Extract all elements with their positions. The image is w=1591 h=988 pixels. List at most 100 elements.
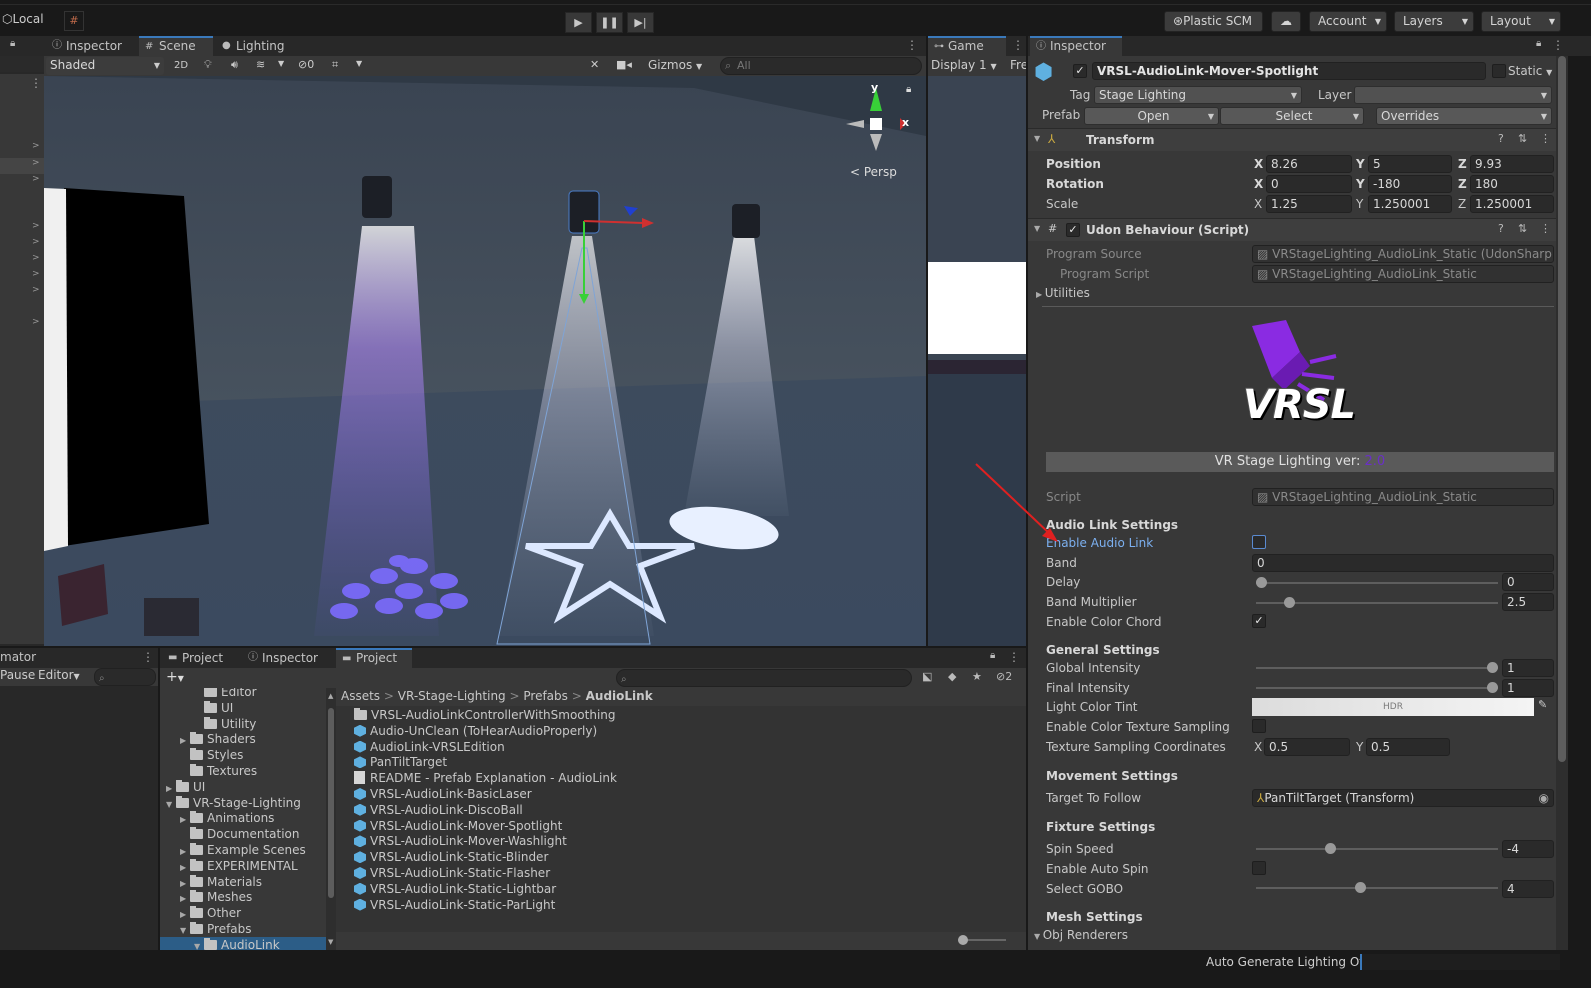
editor-dropdown[interactable]: Editor▼ bbox=[38, 668, 80, 682]
file-list-item[interactable]: VRSL-AudioLink-BasicLaser bbox=[354, 786, 532, 802]
position-y-field[interactable]: 5 bbox=[1368, 155, 1452, 173]
delay-field[interactable]: 0 bbox=[1502, 573, 1554, 591]
tree-folder-item[interactable]: Textures bbox=[180, 763, 257, 779]
tree-folder-item[interactable]: ▼ VR-Stage-Lighting bbox=[166, 795, 301, 811]
rotation-x-field[interactable]: 0 bbox=[1266, 175, 1352, 193]
scroll-down-icon[interactable]: ▼ bbox=[328, 938, 333, 946]
tab-animator[interactable]: mator bbox=[0, 650, 36, 664]
free-aspect-dropdown[interactable]: Fre bbox=[1010, 58, 1026, 72]
object-name-input[interactable]: VRSL-AudioLink-Mover-Spotlight bbox=[1092, 62, 1486, 80]
plastic-scm-button[interactable]: ⊛Plastic SCM bbox=[1164, 11, 1263, 32]
transform-header[interactable]: ▼ ⅄ Transform ? ⇅ ⋮ bbox=[1028, 129, 1556, 151]
tab-game[interactable]: ⊶ Game bbox=[928, 36, 1006, 56]
account-dropdown[interactable]: Account ▼ bbox=[1309, 11, 1387, 32]
breadcrumb-current[interactable]: AudioLink bbox=[586, 689, 653, 703]
utilities-foldout[interactable]: ▶ Utilities bbox=[1036, 286, 1090, 300]
file-list-item[interactable]: AudioLink-VRSLEdition bbox=[354, 739, 505, 755]
menu-icon[interactable]: ⋮ bbox=[1540, 222, 1551, 235]
menu-icon[interactable]: ⋮ bbox=[906, 38, 918, 52]
tree-folder-item[interactable]: ▶ Example Scenes bbox=[180, 842, 306, 858]
hidden-packages-toggle[interactable]: ⊘2 bbox=[996, 670, 1012, 683]
select-gobo-field[interactable]: 4 bbox=[1502, 880, 1554, 898]
local-button[interactable]: ⬡Local bbox=[2, 12, 44, 26]
search-by-label-icon[interactable]: ◆ bbox=[948, 670, 956, 683]
file-list-item[interactable]: VRSL-AudioLinkControllerWithSmoothing bbox=[354, 707, 616, 723]
object-picker-icon[interactable]: ◉ bbox=[1539, 790, 1549, 806]
scene-search-input[interactable]: ⌕ All bbox=[720, 57, 922, 75]
prefab-overrides-dropdown[interactable]: Overrides bbox=[1376, 107, 1552, 125]
file-list-item[interactable]: PanTiltTarget bbox=[354, 754, 447, 770]
breadcrumb-item[interactable]: Prefabs bbox=[523, 689, 568, 703]
display-dropdown[interactable]: Display 1 ▼ bbox=[931, 58, 997, 72]
tree-folder-item[interactable]: ▶ Shaders bbox=[180, 731, 256, 747]
program-source-field[interactable]: ▨ VRStageLighting_AudioLink_Static (Udon… bbox=[1252, 245, 1554, 263]
tree-folder-item[interactable]: ▶ Materials bbox=[180, 874, 262, 890]
2d-toggle[interactable]: 2D bbox=[170, 58, 192, 74]
light-color-tint-swatch[interactable]: HDR bbox=[1252, 698, 1534, 716]
prefab-select-button[interactable]: Select bbox=[1220, 107, 1364, 125]
tab-inspector[interactable]: ⓘ Inspector bbox=[46, 36, 136, 56]
tab-scene[interactable]: # Scene bbox=[139, 36, 213, 56]
expand-arrow-icon[interactable]: > bbox=[32, 174, 40, 184]
preset-icon[interactable]: ⇅ bbox=[1518, 222, 1527, 235]
menu-icon[interactable]: ⋮ bbox=[30, 76, 42, 90]
scale-y-field[interactable]: 1.250001 bbox=[1368, 195, 1452, 213]
expand-arrow-icon[interactable]: ▼ bbox=[166, 797, 176, 813]
tree-folder-item[interactable]: Styles bbox=[180, 747, 243, 763]
expand-arrow-icon[interactable]: > bbox=[32, 317, 40, 327]
delay-slider[interactable] bbox=[1256, 577, 1498, 588]
final-intensity-field[interactable]: 1 bbox=[1502, 679, 1554, 697]
file-list-item[interactable]: VRSL-AudioLink-Static-Lightbar bbox=[354, 881, 556, 897]
file-list-item[interactable]: VRSL-AudioLink-Static-Blinder bbox=[354, 849, 548, 865]
expand-arrow-icon[interactable]: > bbox=[32, 285, 40, 295]
file-list-item[interactable]: Audio-UnClean (ToHearAudioProperly) bbox=[354, 723, 597, 739]
menu-icon[interactable]: ⋮ bbox=[1012, 38, 1024, 52]
program-script-field[interactable]: ▨ VRStageLighting_AudioLink_Static bbox=[1252, 265, 1554, 283]
texture-coord-y-field[interactable]: 0.5 bbox=[1366, 738, 1450, 756]
expand-arrow-icon[interactable]: > bbox=[32, 237, 40, 247]
expand-arrow-icon[interactable]: > bbox=[32, 221, 40, 231]
spin-speed-field[interactable]: -4 bbox=[1502, 840, 1554, 858]
perspective-label[interactable]: < Persp bbox=[850, 165, 897, 179]
color-chord-checkbox[interactable]: ✓ bbox=[1252, 614, 1266, 628]
pause-toggle[interactable]: Pause bbox=[0, 668, 35, 682]
scale-x-field[interactable]: 1.25 bbox=[1266, 195, 1352, 213]
obj-renderers-foldout[interactable]: ▼ Obj Renderers bbox=[1034, 928, 1128, 942]
effects-toggle-icon[interactable]: ≋ bbox=[256, 58, 265, 71]
script-field[interactable]: ▨ VRStageLighting_AudioLink_Static bbox=[1252, 488, 1554, 506]
slider-knob[interactable] bbox=[1283, 597, 1295, 608]
rotation-z-field[interactable]: 180 bbox=[1470, 175, 1554, 193]
tab-project[interactable]: ▬ Project bbox=[162, 648, 238, 668]
hierarchy-search[interactable] bbox=[0, 56, 44, 72]
position-x-field[interactable]: 8.26 bbox=[1266, 155, 1352, 173]
file-list-item[interactable]: VRSL-AudioLink-Static-Flasher bbox=[354, 865, 550, 881]
breadcrumb-item[interactable]: Assets bbox=[341, 689, 380, 703]
band-multiplier-field[interactable]: 2.5 bbox=[1502, 593, 1554, 611]
tab-inspector-right[interactable]: ⓘ Inspector bbox=[1030, 36, 1122, 56]
tree-folder-item[interactable]: ▶ Other bbox=[180, 905, 241, 921]
menu-icon[interactable]: ⋮ bbox=[1008, 650, 1020, 664]
slider-knob[interactable] bbox=[1487, 682, 1498, 693]
file-list-item[interactable]: VRSL-AudioLink-Mover-Spotlight bbox=[354, 818, 562, 834]
collapse-arrow-icon[interactable]: ▼ bbox=[1034, 224, 1040, 233]
layer-dropdown[interactable] bbox=[1354, 86, 1552, 104]
eyedropper-icon[interactable]: ✎ bbox=[1538, 698, 1547, 711]
tools-icon[interactable]: ✕ bbox=[590, 58, 599, 71]
cloud-button[interactable]: ☁ bbox=[1271, 11, 1301, 32]
scroll-up-icon[interactable]: ▲ bbox=[328, 692, 333, 700]
tree-folder-item[interactable]: UI bbox=[194, 700, 233, 716]
lock-icon[interactable]: 🔒︎ bbox=[906, 84, 911, 95]
slider-knob[interactable] bbox=[1256, 577, 1267, 588]
project-search-input[interactable]: ⌕ bbox=[616, 669, 912, 687]
gizmo-axis-x[interactable]: x bbox=[902, 116, 909, 129]
static-checkbox[interactable] bbox=[1492, 64, 1506, 78]
help-icon[interactable]: ? bbox=[1498, 132, 1504, 145]
play-button[interactable]: ▶ bbox=[565, 12, 592, 33]
chevron-down-icon[interactable]: ▼ bbox=[278, 59, 284, 68]
file-list-item[interactable]: VRSL-AudioLink-DiscoBall bbox=[354, 802, 523, 818]
slider-knob[interactable] bbox=[1355, 882, 1367, 893]
grid-toggle-icon[interactable]: ⌗ bbox=[332, 58, 338, 72]
favorites-icon[interactable]: ★ bbox=[972, 670, 982, 683]
tree-folder-item[interactable]: ▶ UI bbox=[166, 779, 205, 795]
scrollbar-thumb[interactable] bbox=[328, 708, 334, 898]
